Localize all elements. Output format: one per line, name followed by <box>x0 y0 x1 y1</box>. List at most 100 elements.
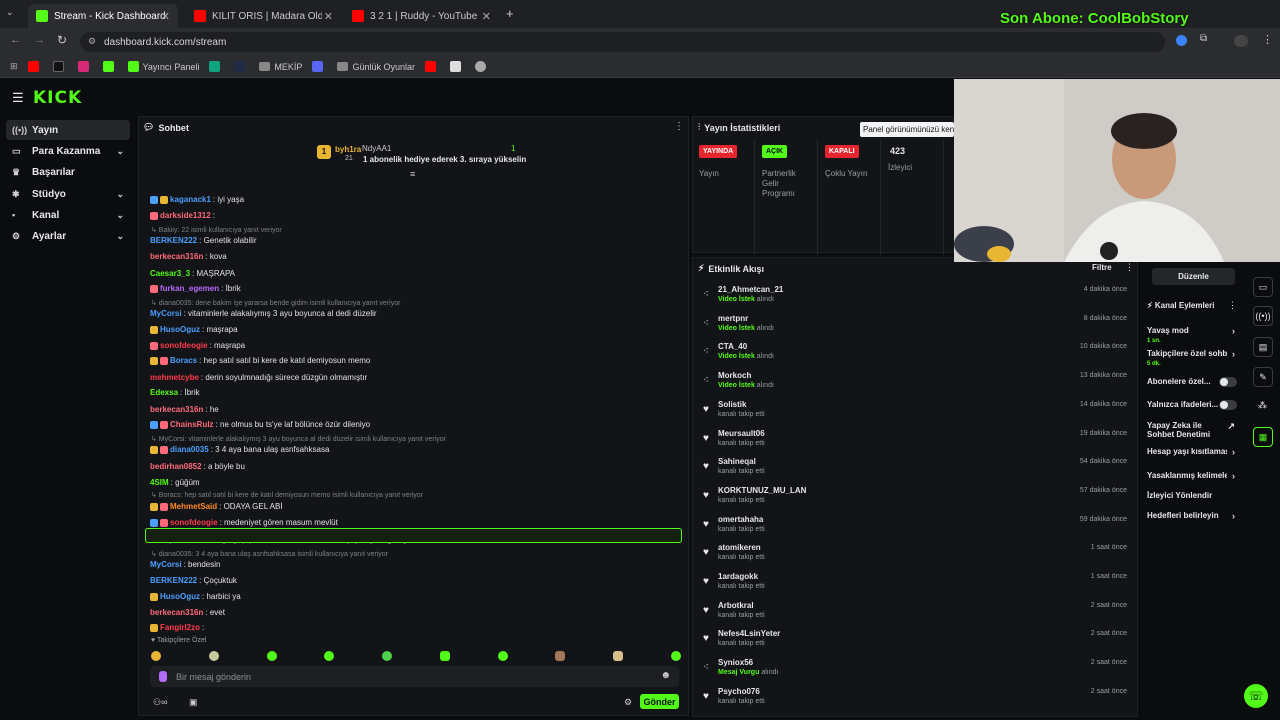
chat-username[interactable]: bedirhan0852 <box>150 462 202 471</box>
chat-username[interactable]: MyCorsi <box>150 560 182 569</box>
chat-message-input[interactable]: Bir mesaj gönderin ☻ <box>150 666 679 687</box>
reload-icon[interactable]: ↻ <box>57 33 67 47</box>
nodes-icon[interactable]: ⁂ <box>1258 400 1267 411</box>
action-item[interactable]: Hesap yaşı kısıtlaması › <box>1147 447 1239 458</box>
back-icon[interactable]: ← <box>10 34 21 46</box>
chat-username[interactable]: Edexsa <box>150 388 178 397</box>
bookmark-youtube[interactable] <box>27 61 43 72</box>
emote-icon[interactable] <box>382 651 393 661</box>
chat-username[interactable]: berkecan316n <box>150 252 203 261</box>
sidebar-item-basarilar[interactable]: ♛ Başarılar <box>6 162 130 182</box>
sidebar-item-para-kazanma[interactable]: ▭ Para Kazanma ⌄ <box>6 141 130 161</box>
emote-icon[interactable] <box>555 651 566 661</box>
feed-item[interactable]: ♥ Psycho076 kanalı takip etti 2 saat önce <box>701 687 1131 715</box>
actions-menu-icon[interactable]: ⋮ <box>1228 300 1237 311</box>
sidebar-item-studyo[interactable]: ✱ Stüdyo ⌄ <box>6 184 130 204</box>
feed-item[interactable]: ♥ Arbotkral kanalı takip etti 2 saat önce <box>701 601 1131 629</box>
bookmark-instagram[interactable] <box>77 61 93 72</box>
feed-item[interactable]: ♥ KORKTUNUZ_MU_LAN kanalı takip etti 57 dak… <box>701 486 1131 514</box>
emote-icon[interactable] <box>324 651 335 661</box>
action-item[interactable]: Yasaklanmış kelimeler › <box>1147 471 1239 482</box>
tab-youtube-1[interactable]: KİLİT ORİS | Madara Olduk #57... ✕ <box>186 4 341 28</box>
chat-store-icon[interactable]: ▣ <box>189 697 198 708</box>
emote-icon[interactable] <box>208 651 219 661</box>
close-tab-icon[interactable]: ✕ <box>161 10 170 23</box>
action-item[interactable]: Takipçilere özel sohbet 5 dk. › <box>1147 349 1239 367</box>
bookmark-discord[interactable] <box>312 61 327 72</box>
tab-kick-dashboard[interactable]: Stream - Kick Dashboard ✕ <box>28 4 178 28</box>
chat-username[interactable]: darkside1312 <box>160 211 211 220</box>
feed-item[interactable]: ♥ Sahineqal kanalı takip etti 54 dakika önc… <box>701 457 1131 485</box>
chat-username[interactable]: sonofdeogie <box>160 341 208 350</box>
chat-username[interactable]: Fangirl2zo <box>160 623 200 632</box>
support-chat-icon[interactable]: ☏ <box>1244 684 1268 708</box>
calculator-icon[interactable]: ▦ <box>1253 427 1273 447</box>
chat-username[interactable]: sonofdeogie <box>170 518 218 527</box>
chat-toggle-icon[interactable]: ▭ <box>1253 277 1273 297</box>
bookmark-play[interactable] <box>234 61 249 72</box>
hamburger-menu-icon[interactable]: ☰ <box>12 90 24 106</box>
sidebar-item-ayarlar[interactable]: ⚙ Ayarlar ⌄ <box>6 226 130 246</box>
filter-button[interactable]: Filtre <box>1092 263 1112 272</box>
feed-item[interactable]: ♥ Meursault06 kanalı takip etti 19 dakika ö… <box>701 429 1131 457</box>
bookmark-youtube-2[interactable] <box>424 61 440 72</box>
feed-item[interactable]: ⁖ mertpnr Video İstek alındı 8 dakika önce <box>701 314 1131 342</box>
bookmark-chatgpt[interactable] <box>209 61 224 72</box>
chat-username[interactable]: diana0035 <box>170 445 209 454</box>
profile-avatar[interactable] <box>1234 35 1248 47</box>
emote-icon[interactable] <box>613 651 624 661</box>
forward-icon[interactable]: → <box>34 34 45 46</box>
new-tab-icon[interactable]: + <box>506 6 514 21</box>
sidebar-item-kanal[interactable]: ▪ Kanal ⌄ <box>6 205 130 225</box>
broadcast-toggle-icon[interactable]: ((•)) <box>1253 306 1273 326</box>
toggle-switch[interactable] <box>1219 400 1237 410</box>
tool-icon[interactable]: ✎ <box>1253 367 1273 387</box>
bookmark-kick[interactable] <box>102 61 118 72</box>
emote-icon[interactable] <box>151 651 161 661</box>
close-tab-icon[interactable]: ✕ <box>482 10 491 23</box>
chat-username[interactable]: 4SIM <box>150 478 169 487</box>
tab-search-icon[interactable]: ⌄ <box>6 7 22 21</box>
chat-username[interactable]: HusoOguz <box>160 592 200 601</box>
chat-username[interactable]: MyCorsi <box>150 309 182 318</box>
chat-username[interactable]: kaganack1 <box>170 195 211 204</box>
feed-item[interactable]: ♥ omertahaha kanalı takip etti 59 dakika ön… <box>701 515 1131 543</box>
extensions-puzzle-icon[interactable]: ⧉ <box>1200 33 1207 44</box>
extension-icon[interactable] <box>1176 35 1187 46</box>
feed-item[interactable]: ♥ Nefes4LsinYeter kanalı takip etti 2 saat … <box>701 629 1131 657</box>
chat-username[interactable]: Caesar3_3 <box>150 269 190 278</box>
action-item[interactable]: Abonelere özel... <box>1147 377 1239 388</box>
chat-username[interactable]: furkan_egemen <box>160 284 219 293</box>
chat-username[interactable]: HusoOguz <box>160 325 200 334</box>
chat-tools-icon[interactable]: ⚇∞ <box>153 697 167 708</box>
close-tab-icon[interactable]: ✕ <box>324 10 333 23</box>
tab-youtube-2[interactable]: 3 2 1 | Ruddy - YouTube ✕ <box>344 4 499 28</box>
toggle-switch[interactable] <box>1219 377 1237 387</box>
action-item[interactable]: Yapay Zeka ile Sohbet Denetimi ↗ <box>1147 421 1239 441</box>
bookmark-image[interactable] <box>449 61 465 72</box>
chat-settings-icon[interactable]: ⚙ <box>624 697 632 708</box>
emote-icon[interactable] <box>266 651 277 661</box>
menu-dots-icon[interactable]: ⋮ <box>1262 33 1273 46</box>
emoji-icon[interactable]: ☻ <box>660 670 671 681</box>
chat-username[interactable]: ChainsRulz <box>170 420 214 429</box>
apps-grid-icon[interactable]: ⊞ <box>10 61 18 72</box>
chat-username[interactable]: BERKEN222 <box>150 576 197 585</box>
feed-item[interactable]: ♥ 1ardagokk kanalı takip etti 1 saat önce <box>701 572 1131 600</box>
action-item[interactable]: Yavaş mod 1 sn. › <box>1147 326 1239 344</box>
action-item[interactable]: İzleyici Yönlendir <box>1147 491 1239 502</box>
bookmark-yayinci-paneli[interactable]: Yayıncı Paneli <box>127 61 199 72</box>
bookmark-x[interactable] <box>52 61 68 72</box>
chat-username[interactable]: berkecan316n <box>150 608 203 617</box>
emote-icon[interactable] <box>670 651 681 661</box>
chat-menu-icon[interactable]: ⋮ <box>674 121 684 132</box>
feed-item[interactable]: ♥ atomikeren kanalı takip etti 1 saat önce <box>701 543 1131 571</box>
bookmark-globe[interactable] <box>474 61 490 72</box>
feed-item[interactable]: ⁖ Syniox56 Mesaj Vurgu alındı 2 saat önce <box>701 658 1131 686</box>
action-item[interactable]: Hedefleri belirleyin › <box>1147 511 1239 522</box>
expand-icon[interactable]: ≡ <box>410 169 415 179</box>
feed-item[interactable]: ⁖ Morkoch Video İstek alındı 13 dakika önce <box>701 371 1131 399</box>
site-info-icon[interactable]: ⚙ <box>88 36 96 47</box>
feed-item[interactable]: ♥ Solistik kanalı takip etti 14 dakika önce <box>701 400 1131 428</box>
feed-item[interactable]: ⁖ 21_Ahmetcan_21 Video İstek alındı 4 dakik… <box>701 285 1131 313</box>
